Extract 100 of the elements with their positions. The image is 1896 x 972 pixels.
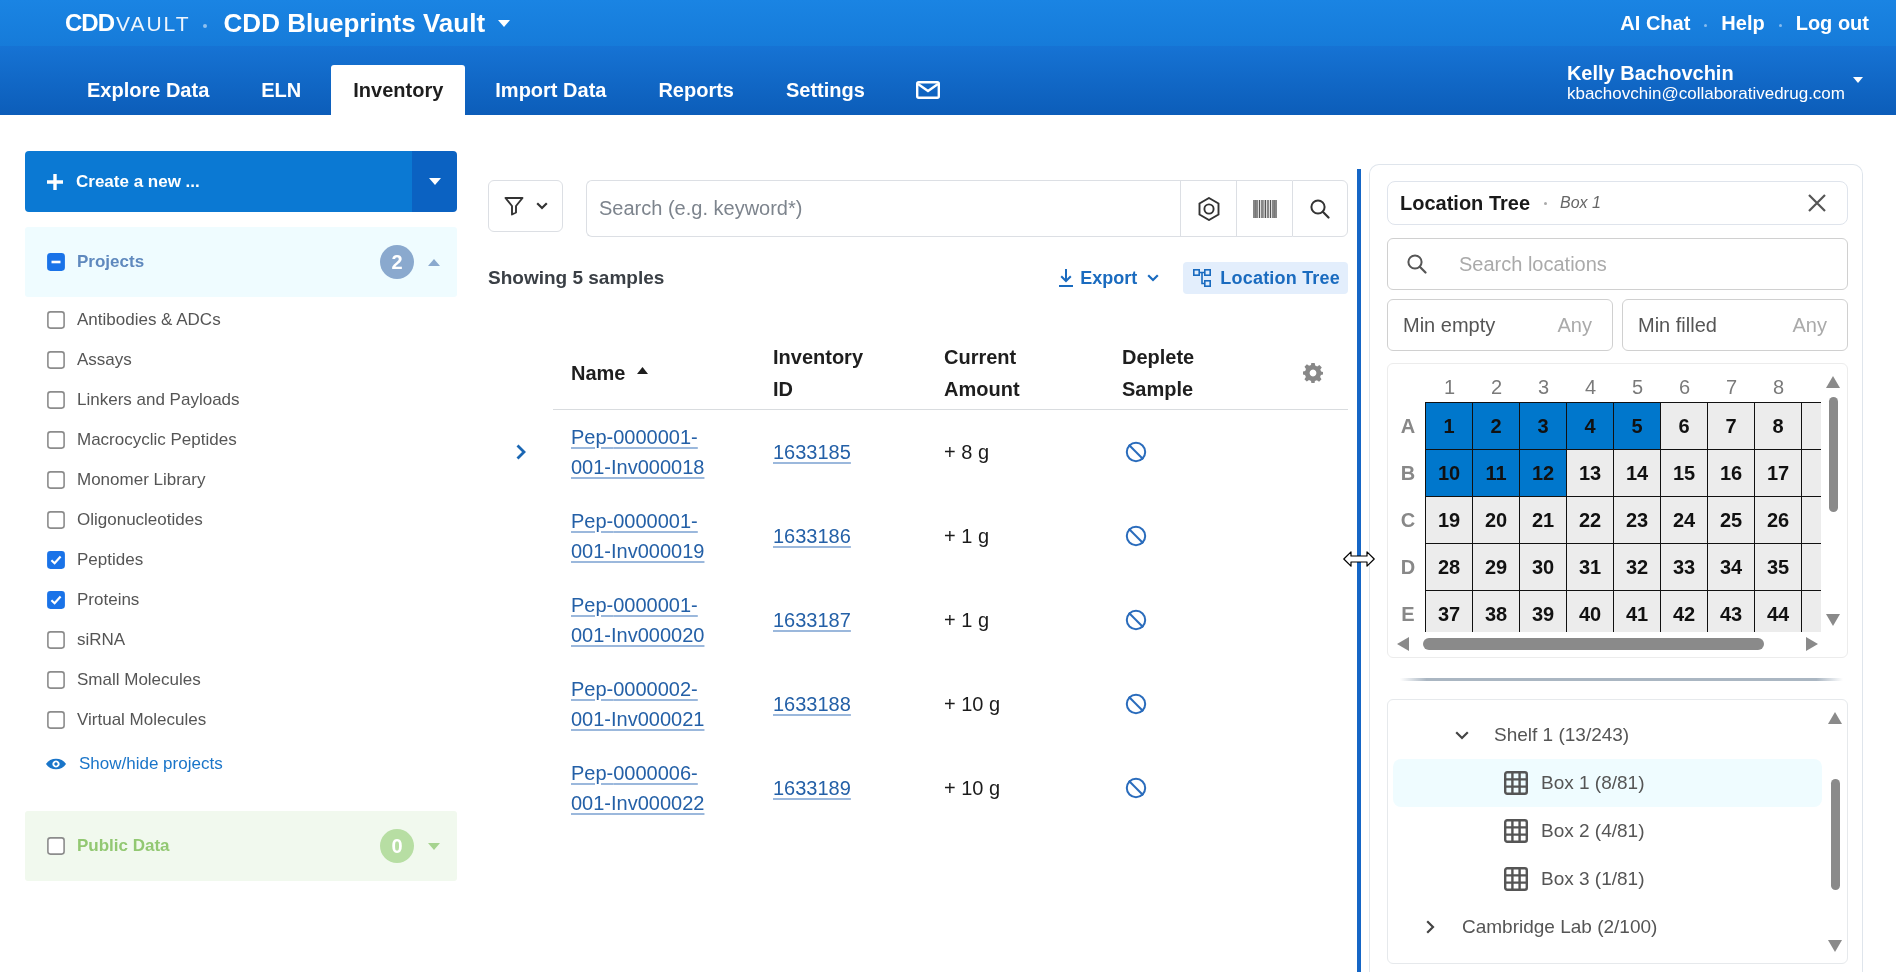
grid-cell[interactable]: 20 xyxy=(1473,497,1519,543)
tree-item[interactable]: Shelf 1 (13/243) xyxy=(1393,711,1822,759)
slashed-circle-icon[interactable] xyxy=(1125,777,1147,799)
resize-handle[interactable] xyxy=(1357,169,1361,972)
scroll-up-icon[interactable] xyxy=(1826,376,1840,388)
checkbox[interactable] xyxy=(47,311,65,329)
sample-name-link[interactable]: Pep-0000002-001-Inv000021 xyxy=(571,674,708,734)
checkbox[interactable] xyxy=(47,711,65,729)
grid-cell[interactable]: 11 xyxy=(1473,450,1519,496)
grid-cell[interactable]: 29 xyxy=(1473,544,1519,590)
scrollbar-thumb[interactable] xyxy=(1828,397,1838,512)
slashed-circle-icon[interactable] xyxy=(1125,441,1147,463)
grid-cell[interactable]: 31 xyxy=(1567,544,1613,590)
grid-cell[interactable]: 34 xyxy=(1708,544,1754,590)
grid-cell[interactable]: 13 xyxy=(1567,450,1613,496)
nav-tab[interactable]: Settings xyxy=(764,65,887,115)
inventory-id-link[interactable]: 1633185 xyxy=(773,440,851,464)
grid-cell[interactable] xyxy=(1802,497,1821,543)
project-item[interactable]: Linkers and Payloads xyxy=(25,380,240,420)
project-item[interactable]: Small Molecules xyxy=(25,660,201,700)
scroll-down-icon[interactable] xyxy=(1828,940,1842,952)
column-header[interactable]: Inventory ID xyxy=(773,340,883,405)
grid-cell[interactable]: 23 xyxy=(1614,497,1660,543)
filter-button[interactable] xyxy=(488,180,563,232)
header-link[interactable]: Help xyxy=(1721,11,1765,35)
grid-cell[interactable]: 40 xyxy=(1567,591,1613,632)
project-item[interactable]: siRNA xyxy=(25,620,126,660)
grid-cell[interactable]: 16 xyxy=(1708,450,1754,496)
scroll-up-icon[interactable] xyxy=(1828,712,1842,724)
column-header[interactable]: Name xyxy=(571,356,626,389)
slashed-circle-icon[interactable] xyxy=(1125,693,1147,715)
project-item[interactable]: Monomer Library xyxy=(25,460,206,500)
grid-cell[interactable]: 22 xyxy=(1567,497,1613,543)
grid-cell[interactable]: 15 xyxy=(1661,450,1707,496)
sample-name-link[interactable]: Pep-0000001-001-Inv000018 xyxy=(571,422,708,482)
sample-name-link[interactable]: Pep-0000006-001-Inv000022 xyxy=(571,758,708,818)
scrollbar-thumb[interactable] xyxy=(1830,779,1840,890)
project-item[interactable]: Virtual Molecules xyxy=(25,700,207,740)
tree-item[interactable]: Box 2 (4/81) xyxy=(1393,807,1822,855)
grid-cell[interactable]: 1 xyxy=(1426,403,1472,449)
project-item[interactable]: Macrocyclic Peptides xyxy=(25,420,237,460)
envelope-icon[interactable] xyxy=(915,81,940,99)
structure-search-button[interactable] xyxy=(1180,180,1236,237)
checkbox[interactable] xyxy=(47,253,65,271)
grid-cell[interactable]: 43 xyxy=(1708,591,1754,632)
scroll-down-icon[interactable] xyxy=(1826,614,1840,626)
project-item[interactable]: Peptides xyxy=(25,540,144,580)
grid-cell[interactable]: 19 xyxy=(1426,497,1472,543)
checkbox[interactable] xyxy=(47,391,65,409)
grid-cell[interactable]: 5 xyxy=(1614,403,1660,449)
grid-cell[interactable]: 7 xyxy=(1708,403,1754,449)
grid-cell[interactable]: 30 xyxy=(1520,544,1566,590)
sample-name-link[interactable]: Pep-0000001-001-Inv000020 xyxy=(571,590,708,650)
nav-tab[interactable]: ELN xyxy=(239,65,324,115)
tree-item[interactable]: Box 3 (1/81) xyxy=(1393,855,1822,903)
vault-menu-button[interactable]: CDD Blueprints Vault xyxy=(223,8,511,38)
grid-cell[interactable]: 10 xyxy=(1426,450,1472,496)
header-link[interactable]: AI Chat xyxy=(1620,11,1691,35)
scrollbar-thumb[interactable] xyxy=(1423,638,1764,650)
grid-cell[interactable]: 44 xyxy=(1755,591,1801,632)
nav-tab[interactable]: Import Data xyxy=(473,65,629,115)
slashed-circle-icon[interactable] xyxy=(1125,609,1147,631)
chevron-down-icon[interactable] xyxy=(1455,730,1469,740)
nav-tab[interactable]: Reports xyxy=(636,65,756,115)
grid-cell[interactable]: 25 xyxy=(1708,497,1754,543)
project-item[interactable]: Assays xyxy=(25,340,132,380)
chevron-right-icon[interactable] xyxy=(515,444,526,460)
project-item[interactable]: Proteins xyxy=(25,580,140,620)
checkbox[interactable] xyxy=(47,551,65,569)
checkbox[interactable] xyxy=(47,631,65,649)
nav-tab[interactable]: Inventory xyxy=(331,65,466,115)
grid-cell[interactable]: 35 xyxy=(1755,544,1801,590)
grid-cell[interactable]: 21 xyxy=(1520,497,1566,543)
column-header[interactable]: Deplete Sample xyxy=(1122,340,1232,405)
column-header[interactable]: Current Amount xyxy=(944,340,1054,405)
location-tree-button[interactable]: Location Tree xyxy=(1183,262,1348,294)
checkbox[interactable] xyxy=(47,837,65,855)
sample-name-link[interactable]: Pep-0000001-001-Inv000019 xyxy=(571,506,708,566)
sort-up-icon[interactable] xyxy=(637,367,649,374)
grid-cell[interactable]: 41 xyxy=(1614,591,1660,632)
slashed-circle-icon[interactable] xyxy=(1125,525,1147,547)
nav-tab[interactable]: Explore Data xyxy=(65,65,232,115)
search-button[interactable] xyxy=(1292,180,1348,237)
grid-cell[interactable]: 39 xyxy=(1520,591,1566,632)
export-button[interactable]: Export xyxy=(1050,262,1164,294)
tree-item[interactable]: Box 1 (8/81) xyxy=(1393,759,1822,807)
grid-cell[interactable]: 6 xyxy=(1661,403,1707,449)
header-link[interactable]: Log out xyxy=(1795,11,1869,35)
project-item[interactable]: Antibodies & ADCs xyxy=(25,300,221,340)
caret-down-icon[interactable] xyxy=(1853,76,1863,83)
search-field[interactable]: Search (e.g. keyword*) xyxy=(586,180,1180,237)
checkbox[interactable] xyxy=(47,591,65,609)
grid-cell[interactable]: 8 xyxy=(1755,403,1801,449)
grid-cell[interactable]: 3 xyxy=(1520,403,1566,449)
inventory-id-link[interactable]: 1633187 xyxy=(773,608,851,632)
grid-cell[interactable]: 26 xyxy=(1755,497,1801,543)
chevron-right-icon[interactable] xyxy=(1425,920,1435,934)
checkbox[interactable] xyxy=(47,431,65,449)
grid-cell[interactable]: 33 xyxy=(1661,544,1707,590)
inventory-id-link[interactable]: 1633186 xyxy=(773,524,851,548)
